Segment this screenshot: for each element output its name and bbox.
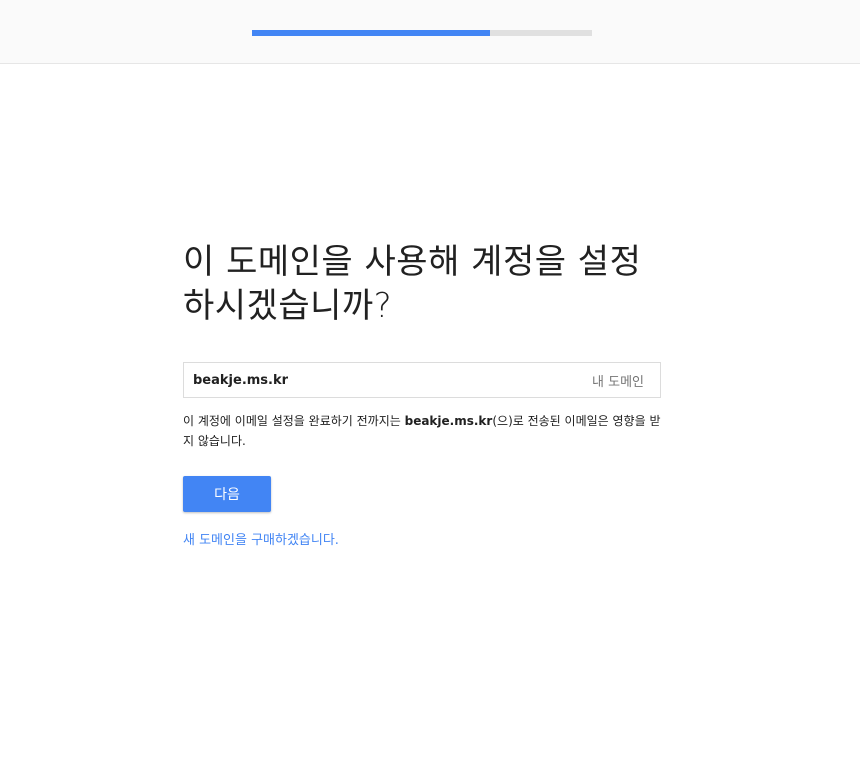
buy-new-domain-link[interactable]: 새 도메인을 구매하겠습니다. [183,529,339,548]
page-title-line1: 이 도메인을 사용해 계정을 설정 [183,242,642,282]
domain-value: beakje.ms.kr [193,372,289,388]
progress-bar-fill [252,30,490,36]
next-button[interactable]: 다음 [183,476,271,512]
progress-bar [252,30,592,36]
top-bar [0,0,860,64]
description-before: 이 계정에 이메일 설정을 완료하기 전까지는 [183,414,405,428]
domain-field: beakje.ms.kr 내 도메인 [183,362,661,398]
main-content: 이 도메인을 사용해 계정을 설정 하시겠습니까? beakje.ms.kr 내 … [183,240,661,548]
page-title: 이 도메인을 사용해 계정을 설정 하시겠습니까? [183,240,661,328]
page-title-line2: 하시겠습니까? [183,286,393,326]
description-domain: beakje.ms.kr [404,414,493,428]
domain-tag-label: 내 도메인 [592,374,644,390]
description-text: 이 계정에 이메일 설정을 완료하기 전까지는 beakje.ms.kr(으)로… [183,411,661,451]
